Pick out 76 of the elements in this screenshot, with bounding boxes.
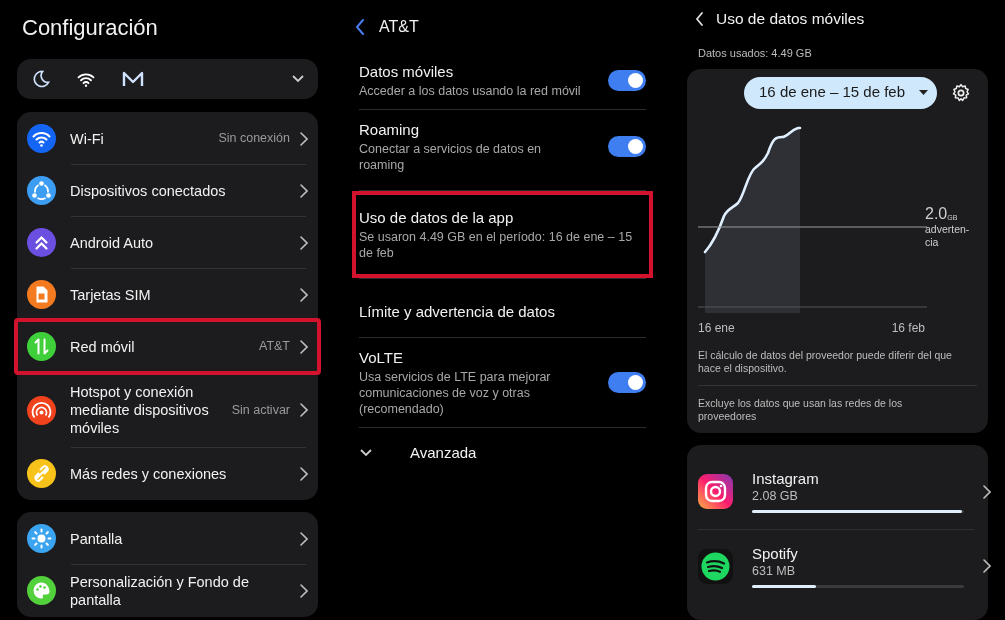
m-shape-icon[interactable]: [121, 69, 145, 89]
item-value: Sin activar: [231, 401, 290, 419]
app-usage: 2.08 GB: [752, 488, 799, 504]
toggle-switch[interactable]: [608, 372, 646, 393]
settings-icon[interactable]: [951, 82, 971, 103]
setting-row[interactable]: Uso de datos de la app Se usaron 4.49 GB en el período: 16 de ene – 15 de feb: [359, 198, 646, 271]
warning-label: adverten- cia: [925, 222, 970, 249]
app-name: Spotify: [752, 544, 799, 563]
app-name: Instagram: [752, 470, 820, 488]
setting-label: Límite y advertencia de datos: [359, 302, 556, 321]
settings-item[interactable]: Hotspot y conexión mediante dispositivos móviles Sin activar: [17, 373, 318, 447]
settings-item[interactable]: Personalización y Fondo de pantalla: [17, 565, 318, 616]
item-label: Red móvil: [70, 337, 136, 356]
setting-row[interactable]: VoLTE Usa servicios de LTE para mejorar comunicaciones de voz y otras (recomendado): [359, 338, 646, 427]
screen-title: Uso de datos móviles: [716, 9, 865, 30]
moon-icon[interactable]: [31, 69, 51, 89]
item-label: Wi-Fi: [70, 129, 105, 148]
item-label: Personalización y Fondo de pantalla: [70, 572, 250, 609]
toggle-switch[interactable]: [608, 136, 646, 157]
chevron-down-icon[interactable]: [292, 75, 304, 83]
item-label: Android Auto: [70, 233, 155, 252]
axis-label: 16 ene: [698, 319, 735, 337]
chevron-right-icon: [300, 287, 308, 302]
settings-item[interactable]: Más redes y conexiones: [17, 448, 318, 499]
item-label: Más redes y conexiones: [70, 464, 228, 483]
item-label: Hotspot y conexión mediante dispositivos móviles: [70, 383, 210, 437]
app-usage: 631 MB: [752, 562, 797, 579]
settings-title: Configuración: [21, 15, 159, 41]
item-label: Dispositivos conectados: [70, 181, 227, 200]
advanced-label: Avanzada: [410, 442, 477, 463]
chevron-right-icon: [300, 403, 308, 417]
app-row[interactable]: Instagram 2.08 GB: [698, 454, 974, 529]
settings-item[interactable]: Pantalla: [17, 513, 318, 564]
setting-label: Datos móviles: [359, 62, 455, 81]
dropdown-caret-icon: [919, 89, 928, 96]
setting-summary: Se usaron 4.49 GB en el período: 16 de ene – 15 de feb: [359, 229, 634, 261]
screen-title: AT&T: [379, 17, 419, 37]
chevron-right-icon: [300, 235, 308, 250]
item-value: Sin conexión: [218, 130, 290, 148]
camera-app-icon: [698, 474, 733, 509]
period-dropdown[interactable]: 16 de ene – 15 de feb: [744, 76, 937, 109]
settings-item[interactable]: Tarjetas SIM: [17, 269, 318, 320]
settings-item[interactable]: Red móvil AT&T: [17, 321, 318, 372]
item-label: Tarjetas SIM: [70, 285, 152, 304]
note-text: Excluye los datos que usan las redes de los proveedores: [698, 395, 904, 423]
setting-row[interactable]: Datos móviles Acceder a los datos usando la red móvil: [359, 52, 646, 109]
chevron-right-icon: [300, 131, 308, 146]
settings-item[interactable]: Wi-Fi Sin conexión: [17, 113, 318, 164]
note-text: El cálculo de datos del proveedor puede diferir del que hace el dispositivo.: [698, 348, 977, 386]
setting-row[interactable]: Límite y advertencia de datos: [359, 286, 646, 337]
setting-summary: Conectar a servicios de datos en roaming: [359, 141, 543, 173]
setting-label: VoLTE: [359, 348, 404, 367]
chevron-right-icon: [983, 484, 991, 499]
chevron-right-icon: [300, 531, 308, 546]
chevron-right-icon: [300, 339, 308, 354]
chevron-down-icon: [360, 449, 372, 457]
sound-waves-app-icon: [698, 548, 733, 584]
settings-item[interactable]: Android Auto: [17, 217, 318, 268]
item-label: Pantalla: [70, 529, 124, 548]
chevron-right-icon: [300, 466, 308, 481]
data-used-text: Datos usados: 4.49 GB: [697, 46, 813, 61]
app-row[interactable]: Spotify 631 MB: [698, 528, 974, 603]
chevron-right-icon: [300, 583, 308, 598]
setting-label: Roaming: [359, 120, 421, 139]
advanced-row[interactable]: Avanzada: [335, 428, 670, 478]
setting-row[interactable]: Roaming Conectar a servicios de datos en roaming: [359, 110, 646, 183]
setting-summary: Usa servicios de LTE para mejorar comunicaciones de voz y otras (recomendado): [359, 369, 552, 417]
warning-value: 2.0: [925, 204, 948, 223]
axis-label: 16 feb: [891, 319, 926, 337]
item-value: AT&T: [258, 338, 290, 356]
setting-label: Uso de datos de la app: [359, 208, 515, 227]
chevron-right-icon: [983, 559, 991, 573]
setting-summary: Acceder a los datos usando la red móvil: [359, 83, 582, 99]
chevron-right-icon: [300, 183, 308, 198]
toggle-switch[interactable]: [608, 70, 646, 91]
settings-item[interactable]: Dispositivos conectados: [17, 165, 318, 216]
